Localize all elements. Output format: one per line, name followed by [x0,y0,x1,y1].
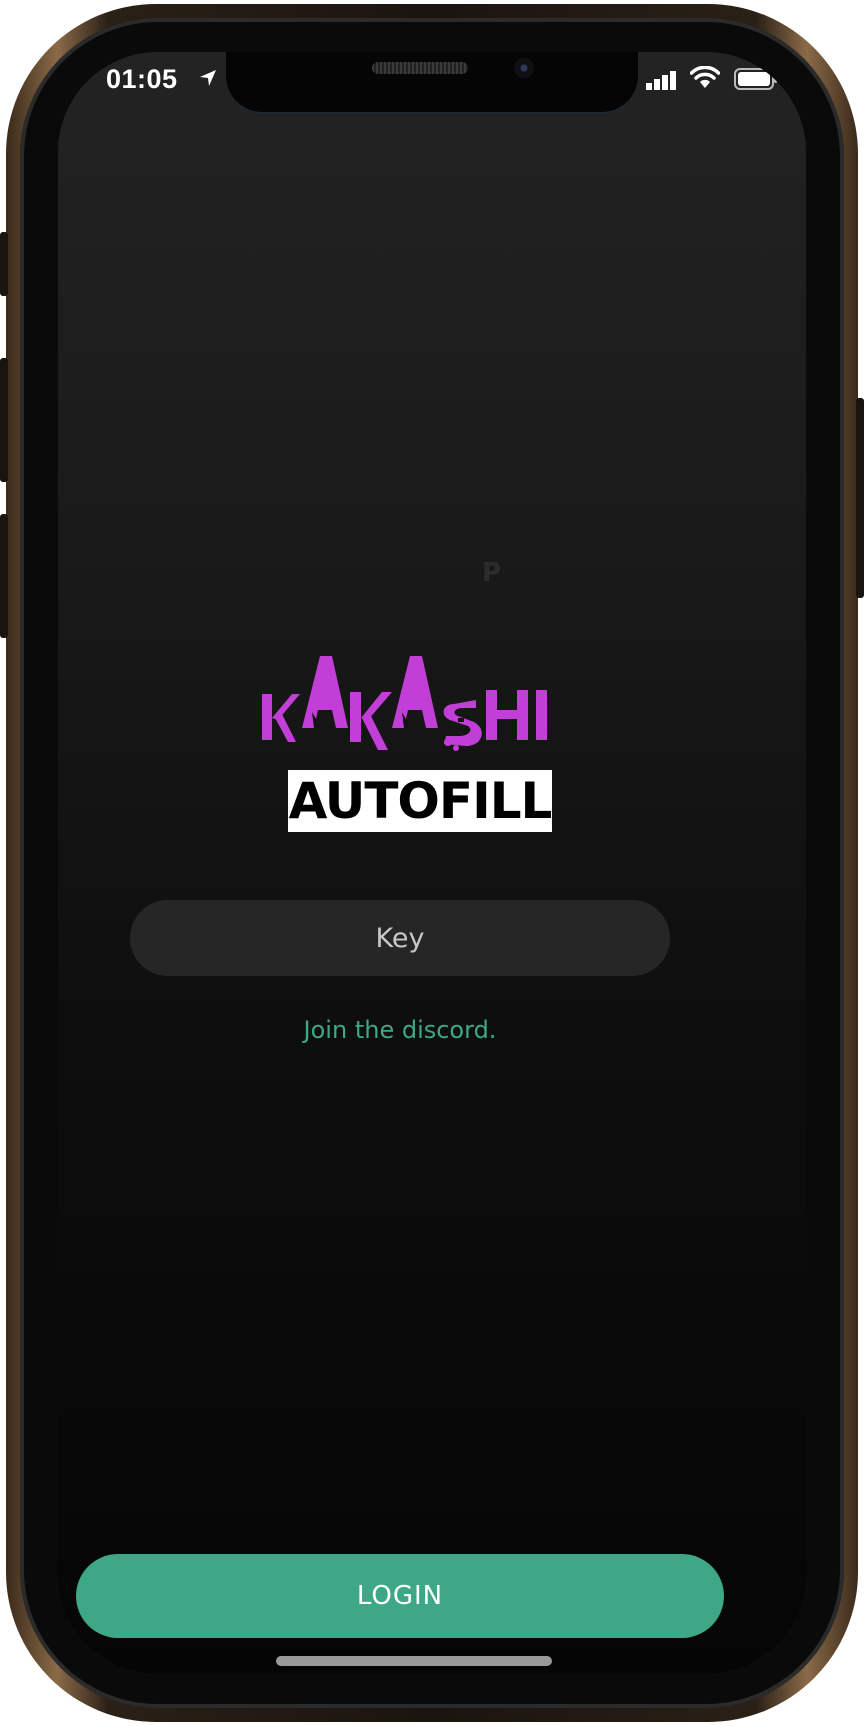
kakashi-logo-graphic [262,656,547,751]
notch [226,52,638,112]
status-time: 01:05 [106,64,178,94]
cellular-signal-icon [646,71,676,90]
volume-down-button [0,514,8,638]
front-camera [514,58,534,78]
artifact-glyph: P [482,558,502,588]
power-button [856,398,864,598]
silent-switch [0,232,8,296]
autofill-text: AUTOFILL [288,772,553,830]
autofill-badge: AUTOFILL [288,770,552,832]
kakashi-autofill-logo: AUTOFILL [262,656,622,836]
login-button[interactable]: LOGIN [76,1554,724,1638]
speaker-grille [372,62,468,74]
home-indicator[interactable] [276,1656,552,1666]
join-discord-link[interactable]: Join the discord. [58,1016,742,1044]
volume-up-button [0,358,8,482]
battery-icon [734,68,777,90]
app-screen: 01:05 P AUTOFILL Key Join the discord. L… [58,52,806,1674]
key-input[interactable] [130,900,670,976]
location-arrow-icon [200,70,216,86]
wifi-icon [690,66,720,88]
